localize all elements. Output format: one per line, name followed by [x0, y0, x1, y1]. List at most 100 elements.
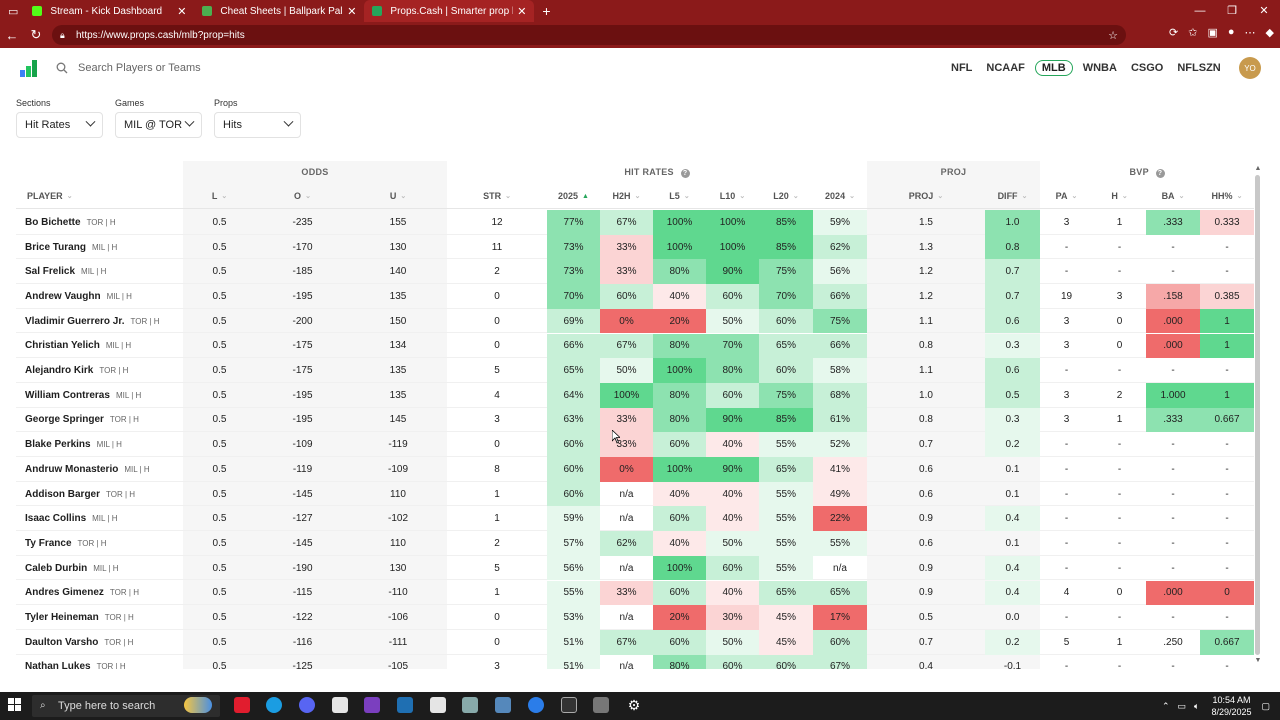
table-row[interactable]: Addison Barger TOR | H 0.5 -145 110 1 60% n/a 40… — [16, 481, 1254, 507]
help-icon[interactable]: ? — [1155, 169, 1165, 178]
table-row[interactable]: Vladimir Guerrero Jr. TOR | H 0.5 -200 150 0 6… — [16, 308, 1254, 334]
player-cell[interactable]: Andruw Monasterio MIL | H — [16, 457, 183, 482]
folder-icon[interactable] — [593, 697, 609, 713]
column-header-y2025[interactable]: 2025 ▲ — [547, 183, 600, 209]
app-icon-red[interactable] — [234, 697, 250, 713]
terminal-icon[interactable] — [561, 697, 577, 713]
taskbar-clock[interactable]: 10:54 AM 8/29/2025 — [1211, 694, 1251, 718]
table-row[interactable]: Ty France TOR | H 0.5 -145 110 2 57% 62% 40% 50% 5… — [16, 531, 1254, 556]
player-cell[interactable]: Brice Turang MIL | H — [16, 235, 183, 260]
tray-overflow-icon[interactable]: ⌃ — [1162, 701, 1170, 712]
browser-tab-propscash[interactable]: Props.Cash | Smarter prop bets. M ✕ — [364, 0, 535, 22]
close-icon[interactable]: ✕ — [347, 5, 356, 18]
column-header-l5[interactable]: L5 ⌄ — [653, 183, 706, 209]
sections-select[interactable]: Hit Rates — [16, 112, 103, 138]
table-row[interactable]: Blake Perkins MIL | H 0.5 -109 -119 0 60% 33% 60… — [16, 432, 1254, 457]
sport-tab-mlb[interactable]: MLB — [1034, 60, 1073, 76]
player-cell[interactable]: Tyler Heineman TOR | H — [16, 605, 183, 630]
games-select[interactable]: MIL @ TOR — [115, 112, 202, 138]
browser-tab-ballpark[interactable]: Cheat Sheets | Ballpark Pal ✕ — [194, 0, 364, 22]
settings-gear-icon[interactable]: ⚙ — [626, 697, 642, 713]
copilot-icon[interactable]: ◆ — [1266, 26, 1274, 39]
app-icon-purple[interactable] — [364, 697, 380, 713]
notifications-icon[interactable]: ▢ — [1261, 701, 1270, 712]
player-cell[interactable]: Sal Frelick MIL | H — [16, 259, 183, 284]
search-input[interactable] — [78, 60, 378, 76]
browser-tab-kick[interactable]: Stream - Kick Dashboard ✕ — [24, 0, 194, 22]
sport-tab-csgo[interactable]: CSGO — [1131, 62, 1163, 74]
table-row[interactable]: Brice Turang MIL | H 0.5 -170 130 11 73% 33% 100… — [16, 234, 1254, 260]
player-cell[interactable]: Vladimir Guerrero Jr. TOR | H — [16, 309, 183, 334]
column-header-h[interactable]: H ⌄ — [1093, 183, 1146, 209]
column-header-o[interactable]: O ⌄ — [256, 183, 349, 209]
player-cell[interactable]: Nathan Lukes TOR | H — [16, 655, 183, 669]
file-icon[interactable] — [332, 697, 348, 713]
player-cell[interactable]: George Springer TOR | H — [16, 408, 183, 433]
help-icon[interactable]: ? — [680, 169, 690, 178]
document-icon[interactable] — [430, 697, 446, 713]
table-row[interactable]: Christian Yelich MIL | H 0.5 -175 134 0 66% 67%… — [16, 333, 1254, 359]
player-cell[interactable]: Andres Gimenez TOR | H — [16, 581, 183, 606]
profile-icon[interactable]: ● — [1228, 26, 1235, 39]
player-cell[interactable]: Daulton Varsho TOR | H — [16, 630, 183, 655]
close-icon[interactable]: ✕ — [177, 5, 186, 18]
app-icon-gray[interactable] — [462, 697, 478, 713]
table-row[interactable]: Bo Bichette TOR | H 0.5 -235 155 12 77% 67% 100%… — [16, 210, 1254, 235]
player-cell[interactable]: Addison Barger TOR | H — [16, 482, 183, 507]
player-cell[interactable]: Blake Perkins MIL | H — [16, 432, 183, 457]
favorite-star-icon[interactable]: ☆ — [1108, 29, 1118, 42]
player-cell[interactable]: Andrew Vaughn MIL | H — [16, 284, 183, 309]
player-cell[interactable]: Christian Yelich MIL | H — [16, 334, 183, 359]
sport-tab-nfl[interactable]: NFL — [951, 62, 972, 74]
table-row[interactable]: Isaac Collins MIL | H 0.5 -127 -102 1 59% n/a 60… — [16, 506, 1254, 532]
player-cell[interactable]: William Contreras MIL | H — [16, 383, 183, 408]
table-row[interactable]: George Springer TOR | H 0.5 -195 145 3 63% 33% 8… — [16, 407, 1254, 433]
chrome-icon[interactable] — [528, 697, 544, 713]
url-field[interactable]: 🔒︎ https://www.props.cash/mlb?prop=hits … — [52, 25, 1126, 45]
column-header-u[interactable]: U ⌄ — [349, 183, 447, 209]
network-icon[interactable]: ▭ — [1178, 701, 1187, 712]
table-row[interactable]: Alejandro Kirk TOR | H 0.5 -175 135 5 65% 50% 10… — [16, 358, 1254, 383]
props-cash-logo[interactable] — [20, 60, 38, 77]
window-menu-icon[interactable]: ▭ — [8, 5, 18, 18]
table-row[interactable]: Nathan Lukes TOR | H 0.5 -125 -105 3 51% n/a 80%… — [16, 654, 1254, 669]
table-row[interactable]: Andruw Monasterio MIL | H 0.5 -119 -109 8 60% 0… — [16, 457, 1254, 482]
table-row[interactable]: William Contreras MIL | H 0.5 -195 135 4 64% 10… — [16, 382, 1254, 408]
app-icon-blue[interactable] — [495, 697, 511, 713]
column-header-str[interactable]: STR ⌄ — [447, 183, 547, 209]
table-row[interactable]: Sal Frelick MIL | H 0.5 -185 140 2 73% 33% 80% 90… — [16, 259, 1254, 285]
sport-tab-nflszn[interactable]: NFLSZN — [1177, 62, 1220, 74]
discord-icon[interactable] — [299, 697, 315, 713]
favorites-icon[interactable]: ✩ — [1188, 26, 1197, 39]
table-row[interactable]: Tyler Heineman TOR | H 0.5 -122 -106 0 53% n/a 2… — [16, 605, 1254, 630]
maximize-icon[interactable]: ❐ — [1216, 0, 1248, 22]
column-header-pa[interactable]: PA ⌄ — [1040, 183, 1093, 209]
column-header-hh[interactable]: HH% ⌄ — [1200, 183, 1254, 209]
refresh-icon[interactable]: ↻ — [24, 27, 48, 43]
close-window-icon[interactable]: ✕ — [1248, 0, 1280, 22]
player-cell[interactable]: Caleb Durbin MIL | H — [16, 556, 183, 581]
new-tab-icon[interactable]: + — [542, 3, 550, 19]
column-header-l20[interactable]: L20 ⌄ — [759, 183, 813, 209]
props-select[interactable]: Hits — [214, 112, 301, 138]
volume-icon[interactable]: 🔈︎ — [1194, 701, 1199, 712]
scroll-down-icon[interactable]: ▼ — [1254, 657, 1262, 665]
sport-tab-ncaaf[interactable]: NCAAF — [986, 62, 1025, 74]
minimize-icon[interactable]: — — [1184, 0, 1216, 22]
column-header-diff[interactable]: DIFF ⌄ — [985, 183, 1040, 209]
column-header-y2024[interactable]: 2024 ⌄ — [813, 183, 867, 209]
table-row[interactable]: Caleb Durbin MIL | H 0.5 -190 130 5 56% n/a 100%… — [16, 555, 1254, 581]
column-header-l10[interactable]: L10 ⌄ — [706, 183, 759, 209]
edge-browser-icon[interactable] — [266, 697, 282, 713]
column-header-ba[interactable]: BA ⌄ — [1146, 183, 1200, 209]
table-row[interactable]: Andrew Vaughn MIL | H 0.5 -195 135 0 70% 60% 40%… — [16, 284, 1254, 309]
scrollbar-thumb[interactable] — [1255, 175, 1260, 655]
steam-icon[interactable] — [397, 697, 413, 713]
avatar[interactable]: YO — [1239, 57, 1261, 79]
player-cell[interactable]: Ty France TOR | H — [16, 531, 183, 556]
player-cell[interactable]: Isaac Collins MIL | H — [16, 506, 183, 531]
more-icon[interactable]: ⋯ — [1245, 26, 1256, 39]
sport-tab-wnba[interactable]: WNBA — [1083, 62, 1117, 74]
table-row[interactable]: Daulton Varsho TOR | H 0.5 -116 -111 0 51% 67% 6… — [16, 629, 1254, 655]
extensions-icon[interactable]: ⟳ — [1169, 26, 1178, 39]
